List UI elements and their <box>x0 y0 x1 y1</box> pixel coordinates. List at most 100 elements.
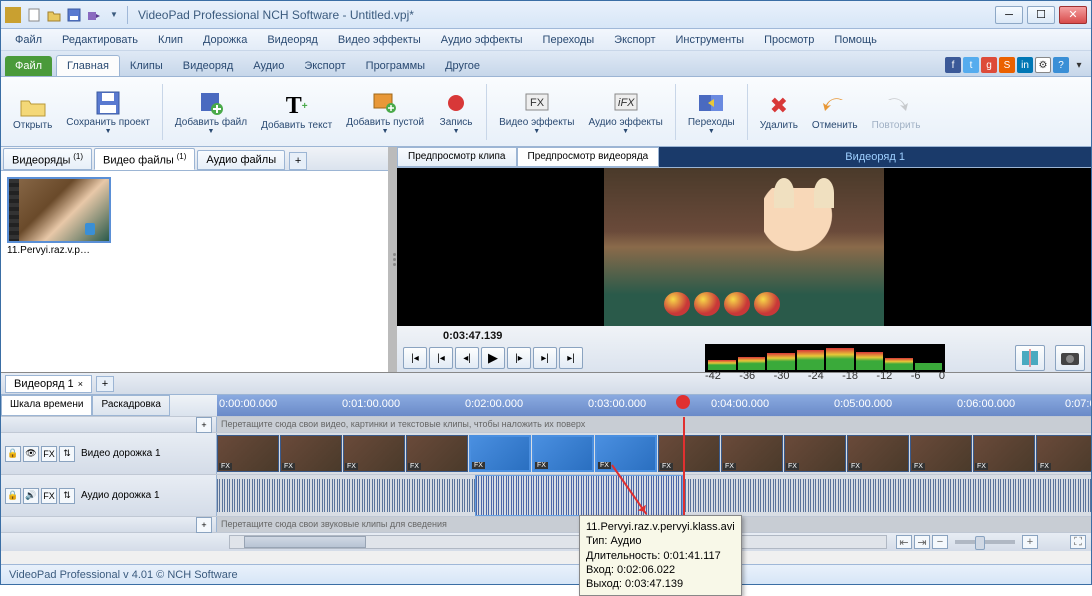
sequence-tab[interactable]: Видеоряд 1× <box>5 375 92 393</box>
add-blank-button[interactable]: Добавить пустой▼ <box>340 87 430 137</box>
linkedin-icon[interactable]: in <box>1017 57 1033 73</box>
video-clip[interactable]: FX <box>469 435 531 472</box>
audio-overlay-track[interactable]: + Перетащите сюда свои звуковые клипы дл… <box>1 517 1091 533</box>
add-file-button[interactable]: Добавить файл▼ <box>169 87 253 137</box>
timeline-ruler[interactable]: 0:00:00.000 0:01:00.000 0:02:00.000 0:03… <box>217 395 1091 416</box>
redo-button[interactable]: Повторить <box>866 90 927 133</box>
video-clip[interactable]: FX <box>532 435 594 472</box>
bin-tab-add[interactable]: + <box>289 152 307 170</box>
video-clip[interactable]: FX <box>910 435 972 472</box>
ribbon-tab-sequence[interactable]: Видеоряд <box>173 56 244 76</box>
zoom-out-button[interactable]: − <box>932 535 948 549</box>
menu-file[interactable]: Файл <box>7 32 50 48</box>
audio-effects-button[interactable]: iFXАудио эффекты▼ <box>582 87 668 137</box>
menu-transitions[interactable]: Переходы <box>535 32 603 48</box>
track-add-icon[interactable]: + <box>196 517 212 533</box>
record-button[interactable]: Запись▼ <box>432 87 480 137</box>
qat-dropdown-icon[interactable]: ▼ <box>105 6 123 24</box>
menu-sequence[interactable]: Видеоряд <box>259 32 326 48</box>
storyboard-mode-tab[interactable]: Раскадровка <box>92 395 169 416</box>
track-lock-icon[interactable]: 🔒 <box>5 446 21 462</box>
ribbon-tab-programs[interactable]: Программы <box>356 56 435 76</box>
ribbon-tab-clips[interactable]: Клипы <box>120 56 173 76</box>
split-button[interactable] <box>1015 345 1045 371</box>
track-lock-icon[interactable]: 🔒 <box>5 488 21 504</box>
step-fwd-button[interactable]: |▸ <box>507 347 531 369</box>
bin-tab-audio[interactable]: Аудио файлы <box>197 150 285 170</box>
qat-save-icon[interactable] <box>65 6 83 24</box>
video-clip[interactable]: FX <box>343 435 405 472</box>
facebook-icon[interactable]: f <box>945 57 961 73</box>
menu-track[interactable]: Дорожка <box>195 32 255 48</box>
ribbon-file-tab[interactable]: Файл <box>5 56 52 76</box>
ribbon-tab-audio[interactable]: Аудио <box>243 56 294 76</box>
menu-help[interactable]: Помощь <box>826 32 885 48</box>
qat-export-icon[interactable] <box>85 6 103 24</box>
open-button[interactable]: Открыть <box>7 90 58 133</box>
track-fx-icon[interactable]: FX <box>41 488 57 504</box>
menu-audiofx[interactable]: Аудио эффекты <box>433 32 531 48</box>
goto-start-button[interactable]: |◂ <box>403 347 427 369</box>
qat-open-icon[interactable] <box>45 6 63 24</box>
menu-tools[interactable]: Инструменты <box>668 32 753 48</box>
video-clip[interactable]: FX <box>658 435 720 472</box>
prev-edit-button[interactable]: ⇤ <box>896 535 912 549</box>
track-fx-icon[interactable]: FX <box>41 446 57 462</box>
video-preview[interactable] <box>397 168 1091 326</box>
zoom-slider[interactable] <box>955 540 1015 544</box>
next-edit-button[interactable]: ⇥ <box>914 535 930 549</box>
track-mute-icon[interactable]: 🔊 <box>23 488 39 504</box>
settings-icon[interactable]: ⚙ <box>1035 57 1051 73</box>
ribbon-tab-home[interactable]: Главная <box>56 55 120 76</box>
bin-tab-video[interactable]: Видео файлы (1) <box>94 148 195 170</box>
video-track[interactable]: 🔒 👁 FX ⇅ Видео дорожка 1 FX FX FX FX FX … <box>1 433 1091 475</box>
video-clip[interactable]: FX <box>217 435 279 472</box>
close-seq-icon[interactable]: × <box>78 379 83 389</box>
undo-button[interactable]: Отменить <box>806 90 864 133</box>
zoom-fit-button[interactable]: ⛶ <box>1070 535 1086 549</box>
menu-edit[interactable]: Редактировать <box>54 32 146 48</box>
next-frame-button[interactable]: ▸| <box>533 347 557 369</box>
help-icon[interactable]: ? <box>1053 57 1069 73</box>
video-clip[interactable]: FX <box>973 435 1035 472</box>
play-button[interactable]: ▶ <box>481 347 505 369</box>
maximize-button[interactable]: ☐ <box>1027 6 1055 24</box>
menu-videofx[interactable]: Видео эффекты <box>330 32 429 48</box>
menu-clip[interactable]: Клип <box>150 32 191 48</box>
goto-end-button[interactable]: ▸| <box>559 347 583 369</box>
google-icon[interactable]: g <box>981 57 997 73</box>
video-clip[interactable]: FX <box>721 435 783 472</box>
bin-tab-sequences[interactable]: Видеоряды (1) <box>3 148 92 170</box>
overlay-track[interactable]: + Перетащите сюда свои видео, картинки и… <box>1 417 1091 433</box>
save-project-button[interactable]: Сохранить проект▼ <box>60 87 156 137</box>
video-effects-button[interactable]: FXВидео эффекты▼ <box>493 87 580 137</box>
stumble-icon[interactable]: S <box>999 57 1015 73</box>
add-text-button[interactable]: T+Добавить текст <box>255 90 338 133</box>
snapshot-button[interactable] <box>1055 345 1085 371</box>
twitter-icon[interactable]: t <box>963 57 979 73</box>
menu-view[interactable]: Просмотр <box>756 32 822 48</box>
audio-clip[interactable] <box>683 479 1091 512</box>
video-clip[interactable]: FX <box>280 435 342 472</box>
audio-clip[interactable] <box>217 479 475 512</box>
menu-export[interactable]: Экспорт <box>606 32 663 48</box>
timeline-scrollbar[interactable] <box>229 535 887 549</box>
ribbon-tab-export[interactable]: Экспорт <box>294 56 355 76</box>
delete-button[interactable]: ✖Удалить <box>754 90 804 133</box>
track-eye-icon[interactable]: 👁 <box>23 446 39 462</box>
media-thumbnail[interactable]: 11.Pervyi.raz.v.p… <box>7 177 117 256</box>
preview-tab-clip[interactable]: Предпросмотр клипа <box>397 147 517 167</box>
audio-clip[interactable] <box>475 475 683 516</box>
ribbon-tab-other[interactable]: Другое <box>435 56 490 76</box>
close-button[interactable]: ✕ <box>1059 6 1087 24</box>
track-add-icon[interactable]: + <box>196 417 212 433</box>
audio-track[interactable]: 🔒 🔊 FX ⇅ Аудио дорожка 1 <box>1 475 1091 517</box>
qat-new-icon[interactable] <box>25 6 43 24</box>
video-clip[interactable]: FX <box>1036 435 1091 472</box>
track-link-icon[interactable]: ⇅ <box>59 446 75 462</box>
transitions-button[interactable]: Переходы▼ <box>682 87 741 137</box>
track-link-icon[interactable]: ⇅ <box>59 488 75 504</box>
ribbon-collapse-icon[interactable]: ▾ <box>1071 57 1087 73</box>
video-clip[interactable]: FX <box>595 435 657 472</box>
minimize-button[interactable]: ─ <box>995 6 1023 24</box>
